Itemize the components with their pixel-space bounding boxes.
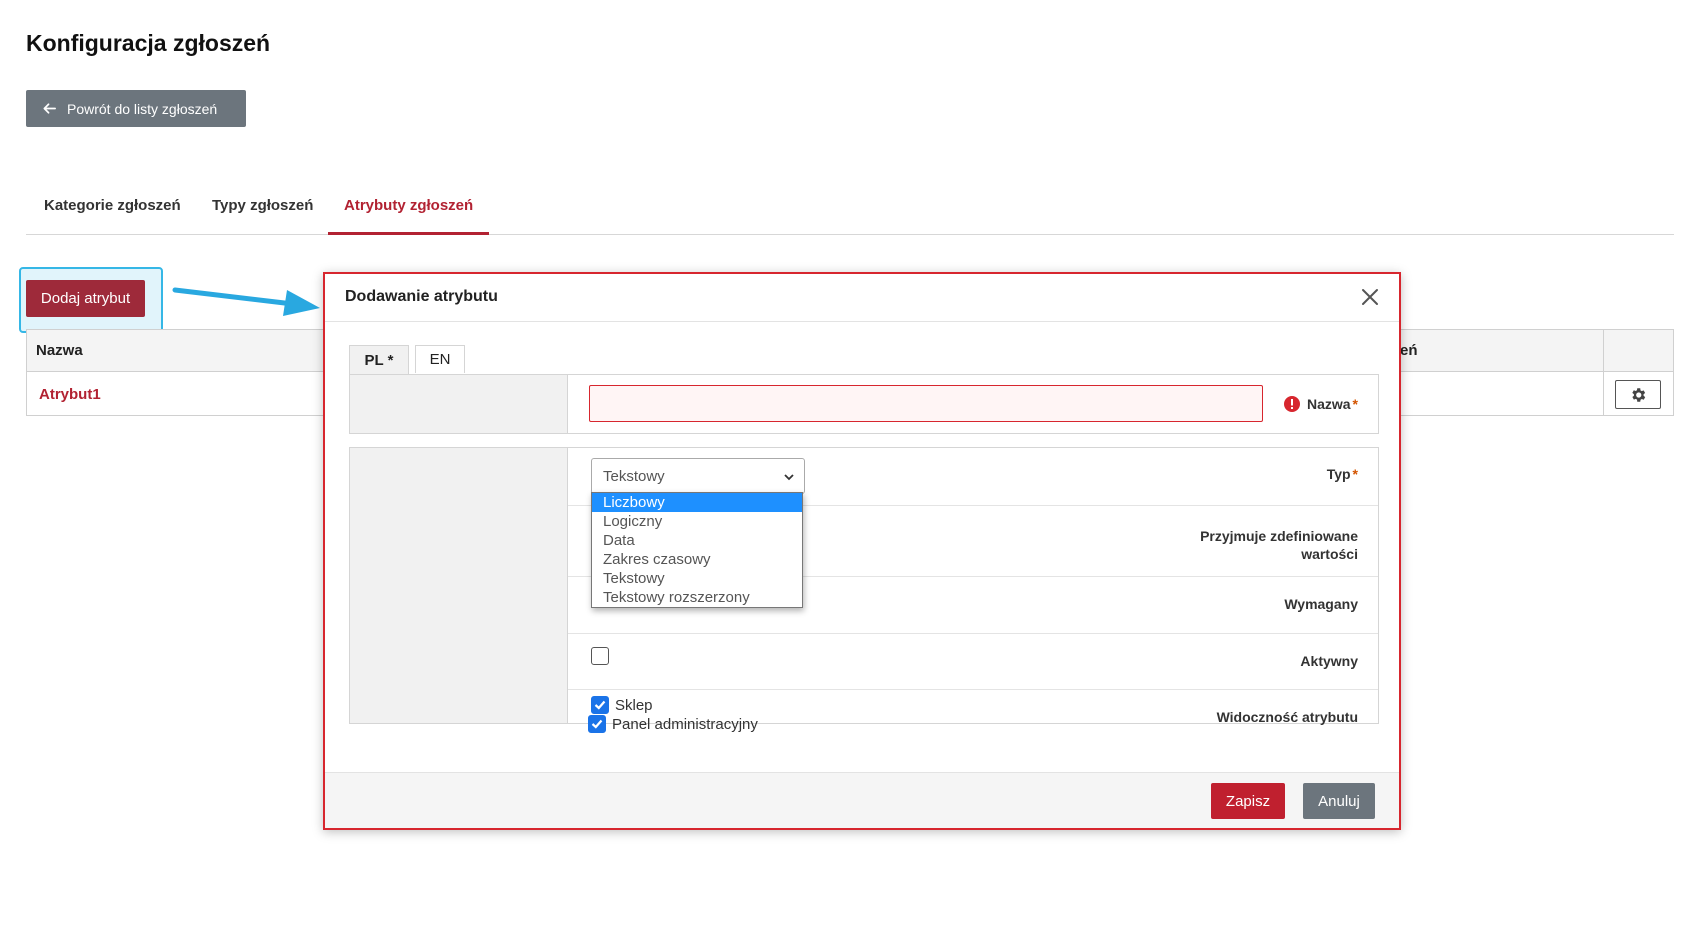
label-column [350,375,568,433]
column-name-header: Nazwa [36,342,83,359]
type-option-liczbowy[interactable]: Liczbowy [592,493,802,512]
tab-categories[interactable]: Kategorie zgłoszeń [44,197,181,235]
type-option-tekstowy-rozszerzony[interactable]: Tekstowy rozszerzony [592,588,802,607]
tab-lang-en[interactable]: EN [415,345,465,373]
visibility-shop-label: Sklep [615,697,653,714]
tab-attributes[interactable]: Atrybuty zgłoszeń [328,197,490,235]
checkmark-icon [591,719,603,729]
add-attribute-button[interactable]: Dodaj atrybut [26,280,145,317]
row-divider [568,689,1378,690]
active-checkbox[interactable] [591,647,609,665]
type-label: Typ * [1160,465,1378,483]
type-option-data[interactable]: Data [592,531,802,550]
required-label: Wymagany [1284,596,1358,612]
chevron-down-icon [784,474,794,481]
pointer-arrow-icon [172,287,320,316]
attribute-options-block: Typ * Tekstowy Przyjmuje zdefiniowane war… [349,447,1379,725]
type-option-logiczny[interactable]: Logiczny [592,512,802,531]
save-button[interactable]: Zapisz [1211,783,1285,819]
tab-lang-pl[interactable]: PL * [349,345,409,375]
label-column [350,448,568,723]
column-divider [1603,330,1604,416]
visibility-shop-checkbox[interactable] [591,696,609,714]
tab-types[interactable]: Typy zgłoszeń [212,197,313,235]
type-option-zakres-czasowy[interactable]: Zakres czasowy [592,550,802,569]
modal-title: Dodawanie atrybutu [345,288,498,305]
checkmark-icon [594,700,606,710]
type-label-text: Typ [1326,466,1351,482]
add-attribute-modal: Dodawanie atrybutu PL * EN Nazwa * Typ * T… [323,272,1401,830]
type-options-dropdown: Liczbowy Logiczny Data Zakres czasowy Te… [591,492,803,608]
type-option-tekstowy[interactable]: Tekstowy [592,569,802,588]
predefined-values-label: Przyjmuje zdefiniowane wartości [1160,527,1378,563]
modal-header: Dodawanie atrybutu [325,274,1399,322]
back-to-list-label: Powrót do listy zgłoszeń [67,100,218,117]
type-select[interactable]: Tekstowy [591,458,805,494]
config-tabs: Kategorie zgłoszeń Typy zgłoszeń Atrybut… [26,193,1674,235]
arrow-left-icon [43,103,56,114]
predefined-label-line1: Przyjmuje zdefiniowane [1200,528,1358,544]
back-to-list-button[interactable]: Powrót do listy zgłoszeń [26,90,246,127]
type-select-value: Tekstowy [603,467,665,485]
row-divider [568,633,1378,634]
visibility-admin-checkbox[interactable] [588,715,606,733]
name-field-block: Nazwa * [349,374,1379,434]
gear-icon [1632,387,1646,402]
cancel-button[interactable]: Anuluj [1303,783,1375,819]
visibility-admin-label: Panel administracyjny [612,716,758,733]
row-settings-button[interactable] [1615,380,1661,409]
required-asterisk: * [1352,466,1358,482]
modal-footer: Zapisz Anuluj [325,772,1399,828]
name-label-text: Nazwa [1306,396,1351,412]
column-partial-header: eń [1400,342,1418,359]
predefined-label-line2: wartości [1301,546,1358,562]
table-row-name-link[interactable]: Atrybut1 [39,386,101,403]
page-title: Konfiguracja zgłoszeń [26,30,271,56]
close-icon[interactable] [1359,286,1381,308]
required-asterisk: * [1352,396,1358,412]
active-label: Aktywny [1300,653,1358,669]
visibility-label: Widoczność atrybutu [1216,709,1358,725]
name-input[interactable] [589,385,1263,422]
error-icon [1284,396,1300,412]
